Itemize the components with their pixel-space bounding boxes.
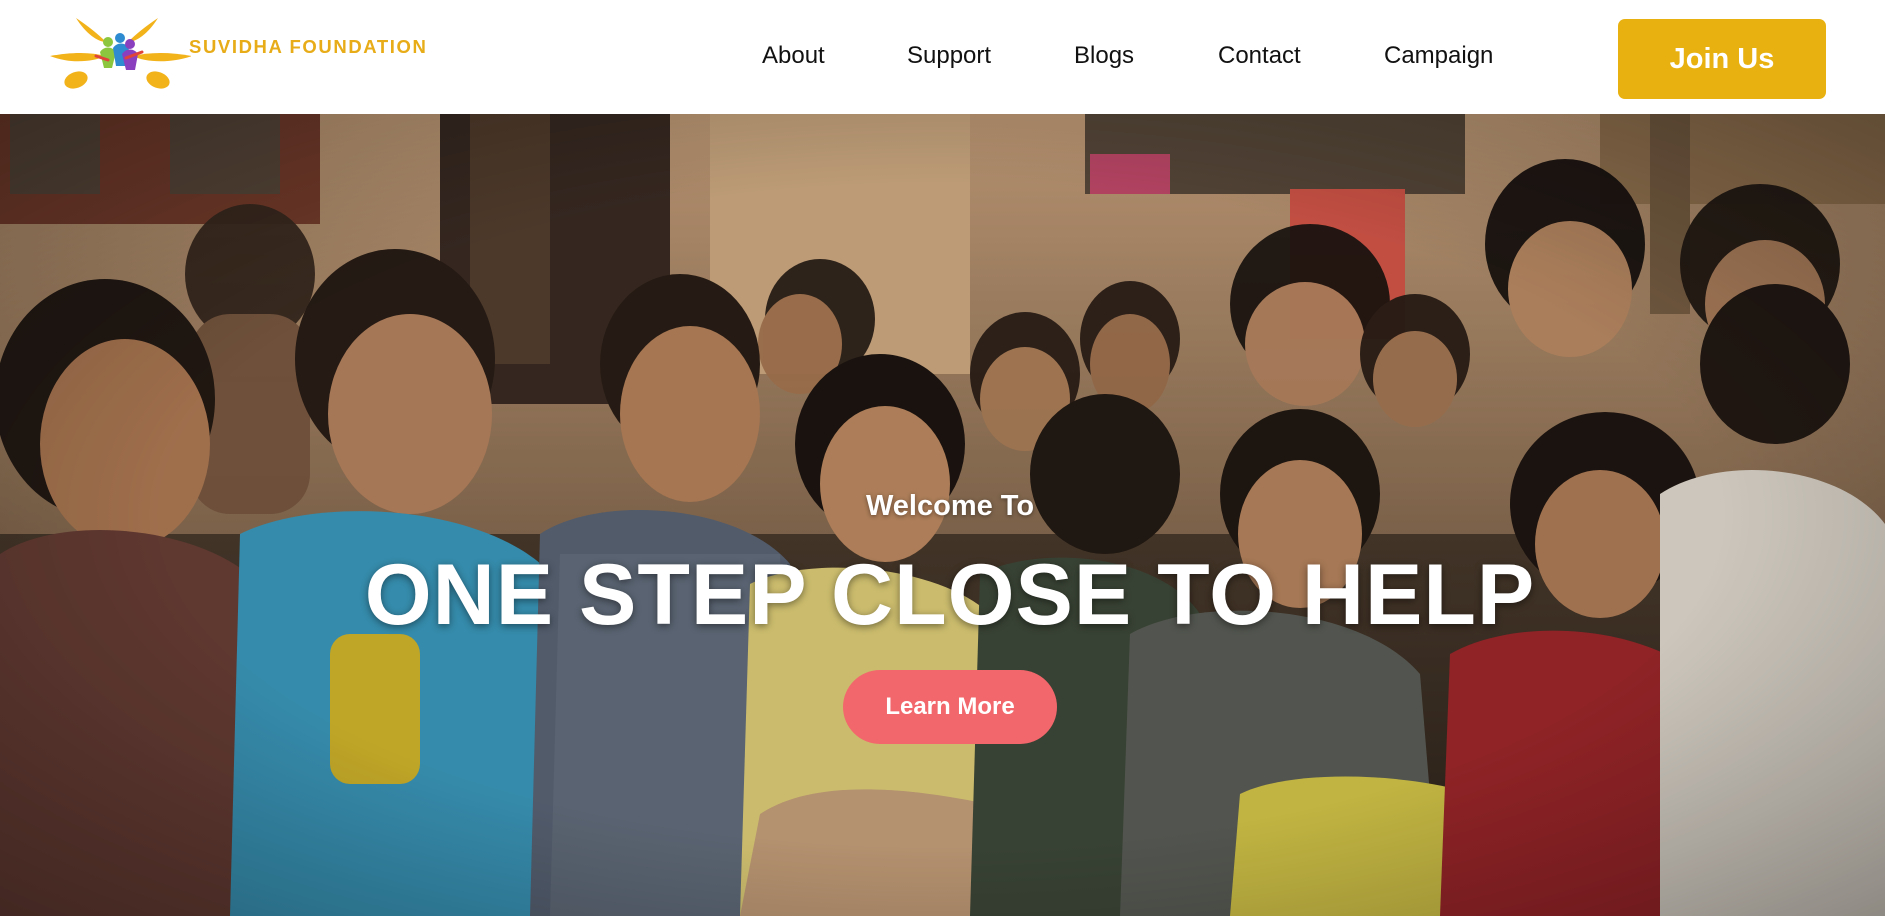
brand-name: SUVIDHA FOUNDATION <box>189 36 428 57</box>
nav-item-contact[interactable]: Contact <box>1218 42 1301 70</box>
nav-item-blogs[interactable]: Blogs <box>1074 42 1134 70</box>
logo[interactable]: SUVIDHA FOUNDATION <box>46 12 506 96</box>
hero-title: ONE STEP CLOSE TO HELP <box>364 547 1536 643</box>
nav-item-campaign[interactable]: Campaign <box>1384 42 1493 70</box>
join-us-button[interactable]: Join Us <box>1618 19 1826 99</box>
learn-more-button[interactable]: Learn More <box>843 670 1057 744</box>
hero-section: Welcome To ONE STEP CLOSE TO HELP Learn … <box>0 114 1885 916</box>
nav-item-support[interactable]: Support <box>907 42 991 70</box>
hero-subtitle: Welcome To <box>865 490 1035 522</box>
nav-item-about[interactable]: About <box>762 42 825 70</box>
site-header: SUVIDHA FOUNDATION About Support Blogs C… <box>0 0 1885 114</box>
logo-mark-icon <box>50 18 191 89</box>
